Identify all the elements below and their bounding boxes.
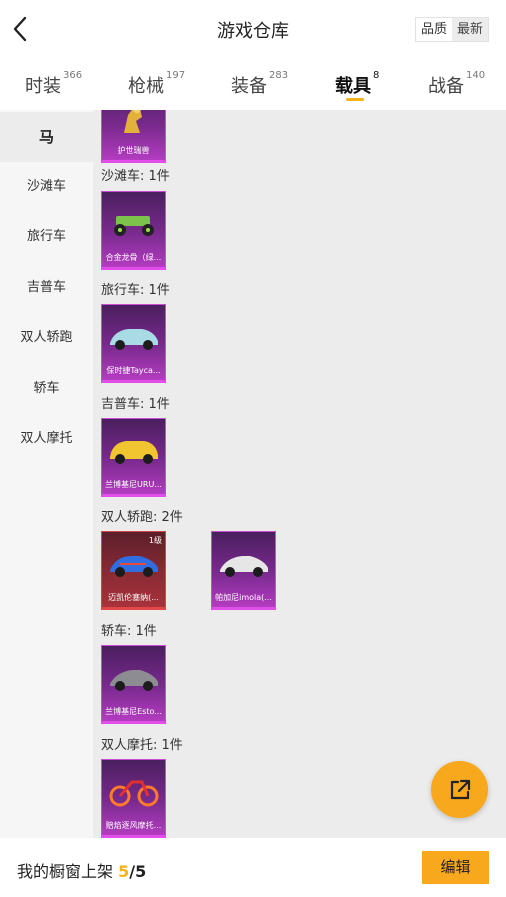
sidebar-item-sedan[interactable]: 轿车 — [0, 364, 93, 414]
tab-label: 时装 — [25, 76, 61, 97]
item-name: 护世瑞兽 — [117, 146, 150, 155]
item-name: 迈凯伦塞纳(... — [108, 593, 159, 602]
item-card[interactable]: 兰博基尼URU... — [101, 418, 166, 497]
sidebar-item-beach-buggy[interactable]: 沙滩车 — [0, 162, 93, 212]
item-name: 赔焰逐风摩托... — [105, 821, 162, 830]
section-label: 旅行车: 1件 — [101, 283, 170, 298]
tab-combat-supplies[interactable]: 战备140 — [428, 70, 486, 98]
sidebar: 马 沙滩车 旅行车 吉普车 双人轿跑 轿车 双人摩托 — [0, 110, 93, 838]
tab-count: 283 — [269, 70, 289, 81]
item-card[interactable]: 1级 迈凯伦塞纳(... — [101, 531, 166, 610]
sidebar-item-coupe[interactable]: 双人轿跑 — [0, 313, 93, 363]
sidebar-item-jeep[interactable]: 吉普车 — [0, 263, 93, 313]
tab-label: 枪械 — [128, 76, 164, 97]
external-link-icon — [450, 779, 470, 799]
item-name: 保时捷Tayca... — [106, 366, 161, 375]
item-card[interactable]: 保时捷Tayca... — [101, 304, 166, 383]
item-name: 合金龙骨（绿... — [105, 253, 162, 262]
urus-car-icon — [110, 441, 158, 464]
item-name: 兰博基尼Esto... — [105, 707, 162, 716]
item-card[interactable]: 护世瑞兽 — [101, 110, 166, 163]
lamborghini-car-icon — [110, 670, 158, 691]
sort-newest-button[interactable]: 最新 — [452, 18, 488, 41]
tab-label: 装备 — [231, 76, 267, 97]
tab-count: 366 — [63, 70, 83, 81]
pagani-car-icon — [220, 556, 268, 577]
item-name: 帕加尼imola(... — [215, 593, 272, 602]
sidebar-item-motorbike[interactable]: 双人摩托 — [0, 414, 93, 464]
item-list: 护世瑞兽 沙滩车: 1件 合金龙骨（绿... 旅行车: 1件 保时捷Tayca.… — [93, 110, 506, 838]
footer-bar: 我的橱窗上架 5/5 编辑 — [0, 838, 506, 897]
tab-count: 197 — [166, 70, 186, 81]
section-label: 吉普车: 1件 — [101, 397, 170, 412]
showcase-status: 我的橱窗上架 5/5 — [17, 858, 146, 882]
tab-label: 载具 — [335, 76, 371, 97]
tab-guns[interactable]: 枪械197 — [128, 70, 186, 98]
mclaren-car-icon — [110, 556, 158, 577]
item-card[interactable]: 合金龙骨（绿... — [101, 191, 166, 270]
sort-quality-button[interactable]: 品质 — [416, 18, 452, 41]
showcase-count: 5 — [118, 862, 130, 881]
section-label: 双人轿跑: 2件 — [101, 510, 183, 525]
sort-toggle: 品质 最新 — [415, 17, 489, 42]
section-label: 沙滩车: 1件 — [101, 169, 170, 184]
item-card[interactable]: 兰博基尼Esto... — [101, 645, 166, 724]
tab-label: 战备 — [428, 76, 464, 97]
tab-count: 140 — [466, 70, 486, 81]
category-tabs: 时装366 枪械197 装备283 载具8 战备140 — [0, 60, 506, 110]
tab-equipment[interactable]: 装备283 — [231, 70, 289, 98]
active-tab-indicator — [346, 98, 364, 101]
porsche-car-icon — [110, 329, 158, 350]
beach-buggy-icon — [114, 216, 154, 236]
tab-fashion[interactable]: 时装366 — [25, 70, 83, 98]
share-button[interactable] — [431, 761, 488, 818]
tab-count: 8 — [373, 70, 380, 81]
motorcycle-icon — [109, 780, 159, 807]
tab-vehicles[interactable]: 载具8 — [335, 70, 380, 98]
showcase-label: 我的橱窗上架 — [17, 862, 114, 881]
item-card[interactable]: 帕加尼imola(... — [211, 531, 276, 610]
item-card[interactable]: 赔焰逐风摩托... — [101, 759, 166, 838]
section-label: 双人摩托: 1件 — [101, 738, 183, 753]
horse-icon — [124, 110, 142, 133]
edit-button[interactable]: 编辑 — [422, 851, 489, 884]
sidebar-item-touring-car[interactable]: 旅行车 — [0, 212, 93, 262]
section-label: 轿车: 1件 — [101, 624, 157, 639]
sidebar-item-horse[interactable]: 马 — [0, 112, 93, 162]
header: 游戏仓库 品质 最新 — [0, 0, 506, 60]
showcase-total: 5 — [135, 862, 147, 881]
item-name: 兰博基尼URU... — [105, 480, 162, 489]
